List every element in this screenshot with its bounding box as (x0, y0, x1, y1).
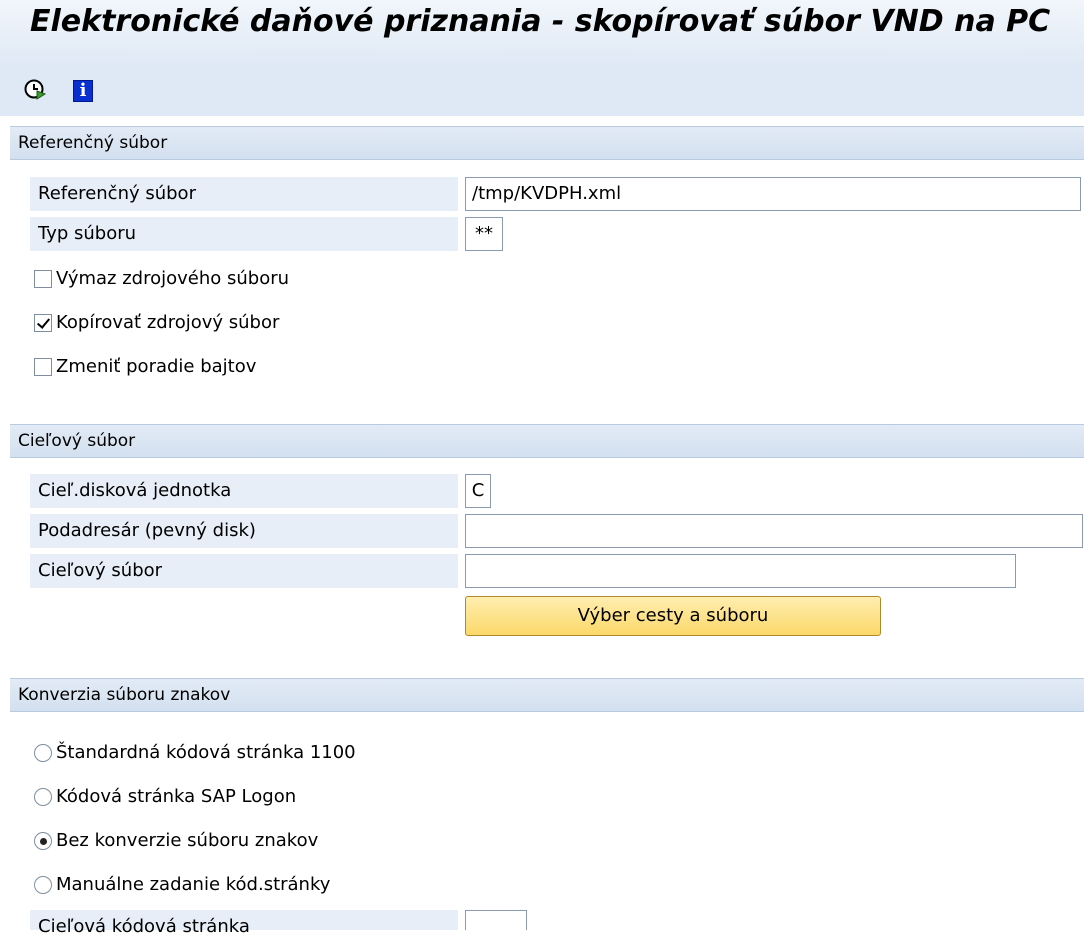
radio-no-conversion-label: Bez konverzie súboru znakov (56, 830, 319, 851)
delete-source-checkbox-box[interactable] (34, 270, 52, 288)
subdirectory-label: Podadresár (pevný disk) (30, 514, 458, 548)
radio-standard-codepage-label: Štandardná kódová stránka 1100 (56, 742, 356, 763)
info-icon: i (73, 80, 93, 102)
conversion-section-header: Konverzia súboru znakov (10, 678, 1084, 712)
target-codepage-input[interactable] (465, 910, 527, 930)
copy-source-checkbox[interactable]: Kopírovať zdrojový súbor (34, 308, 279, 338)
conversion-section: Konverzia súboru znakov Štandardná kódov… (10, 678, 1084, 937)
radio-manual-codepage-label: Manuálne zadanie kód.stránky (56, 874, 331, 895)
radio-sap-logon-codepage-button[interactable] (34, 788, 52, 806)
execute-button[interactable] (22, 78, 48, 104)
execute-clock-icon (23, 77, 47, 105)
change-byte-order-label: Zmeniť poradie bajtov (56, 356, 257, 377)
radio-manual-codepage-button[interactable] (34, 876, 52, 894)
page-title: Elektronické daňové priznania - skopírov… (30, 4, 1051, 39)
target-file-input[interactable] (465, 554, 1016, 588)
title-bar: Elektronické daňové priznania - skopírov… (0, 0, 1084, 66)
copy-source-checkbox-box[interactable] (34, 314, 52, 332)
target-section-header: Cieľový súbor (10, 424, 1084, 458)
target-drive-label: Cieľ.disková jednotka (30, 474, 458, 508)
radio-standard-codepage-button[interactable] (34, 744, 52, 762)
change-byte-order-checkbox[interactable]: Zmeniť poradie bajtov (34, 352, 256, 382)
radio-sap-logon-codepage-label: Kódová stránka SAP Logon (56, 786, 297, 807)
radio-no-conversion[interactable]: Bez konverzie súboru znakov (34, 826, 318, 856)
application-toolbar: i (0, 66, 1084, 116)
target-file-label: Cieľový súbor (30, 554, 458, 588)
radio-manual-codepage[interactable]: Manuálne zadanie kód.stránky (34, 870, 330, 900)
radio-no-conversion-button[interactable] (34, 832, 52, 850)
reference-file-input[interactable]: /tmp/KVDPH.xml (465, 177, 1081, 211)
reference-section-header: Referenčný súbor (10, 126, 1084, 160)
conversion-section-body: Štandardná kódová stránka 1100 Kódová st… (10, 712, 1084, 937)
delete-source-label: Výmaz zdrojového súboru (56, 268, 290, 289)
file-type-label: Typ súboru (30, 217, 458, 251)
target-codepage-label: Cieľová kódová stránka (30, 910, 458, 937)
target-drive-input[interactable]: C (465, 474, 491, 508)
radio-sap-logon-codepage[interactable]: Kódová stránka SAP Logon (34, 782, 296, 812)
reference-file-section: Referenčný súbor Referenčný súbor /tmp/K… (10, 126, 1084, 406)
radio-standard-codepage[interactable]: Štandardná kódová stránka 1100 (34, 738, 356, 768)
select-path-button[interactable]: Výber cesty a súboru (465, 596, 881, 636)
delete-source-checkbox[interactable]: Výmaz zdrojového súboru (34, 264, 289, 294)
file-type-input[interactable]: ** (465, 217, 503, 251)
copy-source-label: Kopírovať zdrojový súbor (56, 312, 280, 333)
change-byte-order-checkbox-box[interactable] (34, 358, 52, 376)
info-button[interactable]: i (70, 78, 96, 104)
selection-screen: Referenčný súbor Referenčný súbor /tmp/K… (0, 116, 1084, 937)
target-file-section: Cieľový súbor Cieľ.disková jednotka C Po… (10, 424, 1084, 660)
reference-file-label: Referenčný súbor (30, 177, 458, 211)
reference-section-body: Referenčný súbor /tmp/KVDPH.xml Typ súbo… (10, 160, 1084, 406)
target-section-body: Cieľ.disková jednotka C Podadresár (pevn… (10, 458, 1084, 660)
subdirectory-input[interactable] (465, 514, 1083, 548)
